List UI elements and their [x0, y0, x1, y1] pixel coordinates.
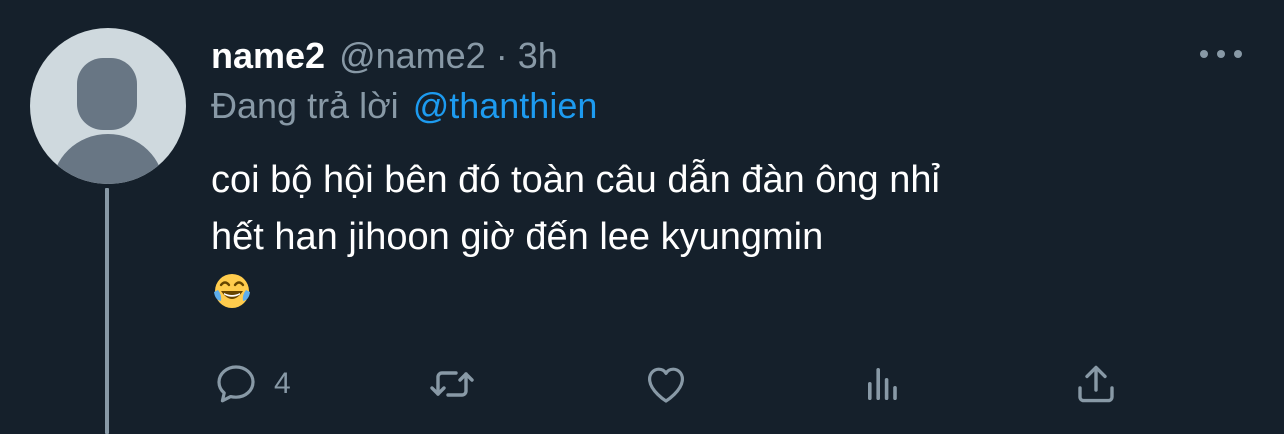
- tweet-text-line: hết han jihoon giờ đến lee kyungmin: [211, 216, 824, 258]
- display-name[interactable]: name2: [211, 35, 325, 77]
- replying-to: Đang trả lời @thanthien: [211, 84, 597, 128]
- retweet-icon: [430, 371, 474, 397]
- timestamp[interactable]: 3h: [518, 35, 558, 76]
- tweet-meta: @name2 · 3h: [339, 35, 558, 77]
- tweet[interactable]: name2 @name2 · 3h Đang trả lời @thanthien …: [0, 0, 1284, 434]
- share-icon: [1078, 365, 1114, 403]
- analytics-button[interactable]: [858, 356, 906, 412]
- tweet-text-line: coi bộ hội bên đó toàn câu dẫn đàn ông n…: [211, 159, 940, 201]
- more-dot-icon: [1217, 50, 1225, 58]
- face-with-tears-of-joy-icon: [214, 274, 250, 308]
- tweet-text: coi bộ hội bên đó toàn câu dẫn đàn ông n…: [211, 152, 940, 266]
- share-button[interactable]: [1072, 356, 1120, 412]
- reply-icon: [217, 365, 255, 403]
- reply-prefix: Đang trả lời: [211, 85, 399, 126]
- more-dot-icon: [1234, 50, 1242, 58]
- reply-count: 4: [274, 367, 291, 400]
- default-profile-icon: [52, 58, 164, 184]
- like-button[interactable]: [642, 356, 690, 412]
- retweet-button[interactable]: [428, 356, 476, 412]
- analytics-icon: [868, 368, 897, 400]
- more-options-button[interactable]: [1200, 42, 1242, 66]
- more-dot-icon: [1200, 50, 1208, 58]
- like-icon: [648, 367, 684, 403]
- user-handle[interactable]: @name2: [339, 35, 486, 76]
- tweet-actions: 4: [0, 356, 1284, 412]
- avatar[interactable]: [30, 28, 186, 184]
- reply-button[interactable]: 4: [212, 356, 291, 412]
- meta-separator: ·: [495, 35, 508, 76]
- tweet-header: name2 @name2 · 3h: [211, 34, 558, 78]
- reply-mention-link[interactable]: @thanthien: [413, 85, 598, 127]
